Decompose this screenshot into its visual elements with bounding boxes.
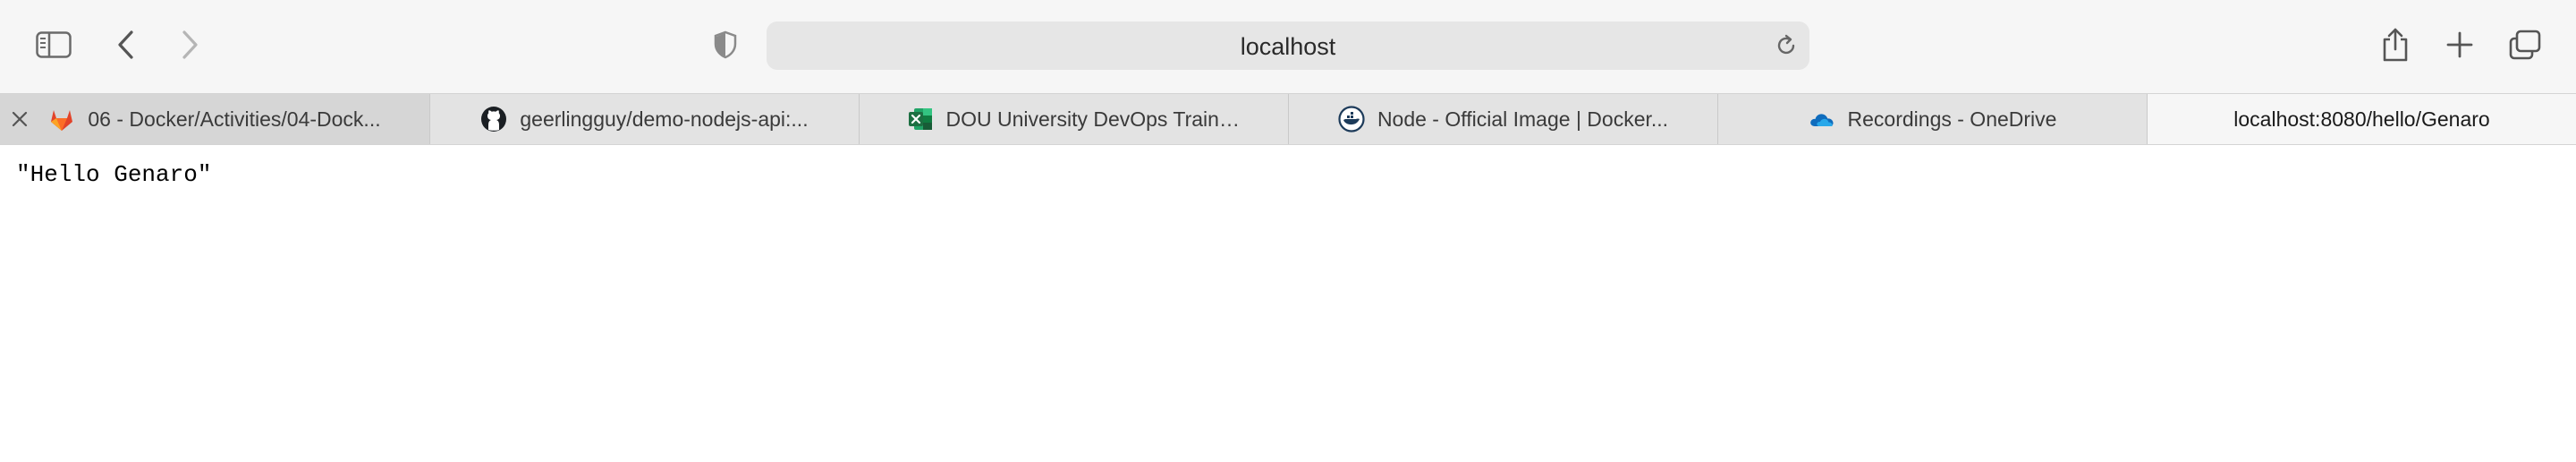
sidebar-icon bbox=[36, 31, 72, 58]
response-text: "Hello Genaro" bbox=[16, 161, 212, 188]
gitlab-icon bbox=[51, 110, 73, 131]
onedrive-icon bbox=[1809, 114, 1834, 126]
sidebar-toggle-button[interactable] bbox=[29, 20, 79, 70]
forward-button[interactable] bbox=[165, 20, 215, 70]
tab-gitlab[interactable]: 06 - Docker/Activities/04-Dock... bbox=[0, 94, 430, 144]
chevron-right-icon bbox=[182, 30, 198, 59]
back-button[interactable] bbox=[101, 20, 151, 70]
shield-icon bbox=[714, 30, 737, 59]
tab-github[interactable]: geerlingguy/demo-nodejs-api:... bbox=[430, 94, 860, 144]
page-content: "Hello Genaro" bbox=[0, 145, 2576, 462]
chevron-left-icon bbox=[118, 30, 133, 59]
plus-icon bbox=[2446, 31, 2473, 58]
tab-title: localhost:8080/hello/Genaro bbox=[2233, 107, 2490, 131]
docker-icon bbox=[1338, 106, 1365, 133]
github-icon bbox=[481, 107, 507, 132]
close-tab-icon[interactable] bbox=[11, 110, 29, 128]
address-bar[interactable]: localhost bbox=[767, 21, 1809, 70]
excel-icon bbox=[908, 108, 932, 130]
tab-title: DOU University DevOps Trainin... bbox=[945, 107, 1241, 131]
tab-title: geerlingguy/demo-nodejs-api:... bbox=[520, 107, 809, 131]
browser-toolbar: localhost bbox=[0, 0, 2576, 93]
tab-overview-button[interactable] bbox=[2500, 20, 2550, 70]
tab-bar: 06 - Docker/Activities/04-Dock... geerli… bbox=[0, 93, 2576, 145]
tab-title: Node - Official Image | Docker... bbox=[1377, 107, 1669, 131]
tabs-overview-icon bbox=[2509, 30, 2541, 60]
tab-title: 06 - Docker/Activities/04-Dock... bbox=[88, 107, 381, 131]
tab-excel[interactable]: DOU University DevOps Trainin... bbox=[860, 94, 1289, 144]
address-text: localhost bbox=[1240, 33, 1336, 60]
privacy-report-button[interactable] bbox=[700, 20, 750, 70]
tab-title: Recordings - OneDrive bbox=[1847, 107, 2057, 131]
tab-docker[interactable]: Node - Official Image | Docker... bbox=[1289, 94, 1718, 144]
new-tab-button[interactable] bbox=[2435, 20, 2485, 70]
tab-onedrive[interactable]: Recordings - OneDrive bbox=[1718, 94, 2148, 144]
share-button[interactable] bbox=[2370, 20, 2420, 70]
reload-icon[interactable] bbox=[1774, 33, 1799, 58]
share-icon bbox=[2383, 28, 2408, 62]
tab-localhost-active[interactable]: localhost:8080/hello/Genaro bbox=[2148, 94, 2576, 144]
